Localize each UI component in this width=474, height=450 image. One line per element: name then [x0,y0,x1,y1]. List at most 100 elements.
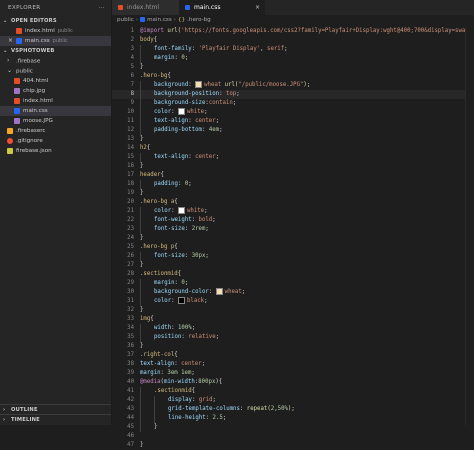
line-number: 3 [130,46,134,52]
code-token: font-size [154,226,185,232]
indent-guide [140,423,141,432]
breadcrumb-file[interactable]: main.css [147,17,172,23]
line-number: 2 [130,37,134,43]
code-text: } [140,234,143,243]
code-text: } [140,135,143,144]
tree-item[interactable]: index.html [0,96,111,106]
code-token: 'https://fonts.googleapis.com/css2?famil… [181,28,473,34]
code-text: @import url('https://fonts.googleapis.co… [140,27,474,36]
tree-item[interactable]: › .firebase [0,56,111,66]
code-token: url( [167,28,182,34]
code-token: ; [204,208,208,214]
code-text: text-align: center; [140,360,205,369]
open-editor-item[interactable]: index.html public [0,26,111,36]
project-header[interactable]: ⌄ VSPHOTOWEB [0,46,111,56]
code-token: ; [284,46,288,52]
code-token: ; [291,406,295,412]
code-token: : [201,127,209,133]
code-token: padding [154,181,178,187]
code-text: h2{ [140,144,150,153]
code-line: 35 position: relative; [112,333,474,342]
open-editor-item[interactable]: × main.css public [0,36,111,46]
color-swatch[interactable] [177,108,185,115]
tree-item[interactable]: .firebaserc [0,126,111,136]
breadcrumb-symbol[interactable]: .hero-bg [187,17,211,23]
code-text: background-position: top; [154,90,240,99]
code-token: ; [188,181,192,187]
breadcrumb-folder[interactable]: public [117,17,134,23]
code-token: serif [267,46,285,52]
line-number: 24 [127,235,134,241]
tree-item-label: index.html [23,98,53,104]
code-token: black [186,298,205,304]
code-token: relative [188,334,216,340]
tree-item[interactable]: 404.html [0,76,111,86]
code-token: ; [215,118,220,124]
color-swatch[interactable] [195,81,203,88]
close-icon[interactable]: × [8,36,16,46]
tree-item[interactable]: firebase.json [0,146,111,156]
code-token: 50% [277,406,288,412]
editor-tab-bar: index.html main.css × [112,0,474,15]
code-text: } [140,189,143,198]
code-text: } [140,441,143,450]
tab-main-css[interactable]: main.css × [179,0,265,15]
code-token: : [171,325,178,331]
editor-scrollbar[interactable] [465,27,474,425]
code-line: 19} [112,189,474,198]
code-editor[interactable]: 1 @import url('https://fonts.googleapis.c… [112,27,474,448]
code-token: { [160,172,164,178]
indent-guide [140,180,141,189]
ellipsis-icon[interactable]: ··· [98,0,105,16]
tab-index-html[interactable]: index.html [112,0,184,15]
code-token: margin [154,280,175,286]
code-token: .hero-bg a [140,199,175,205]
code-token: repeat( [246,406,271,412]
tree-item[interactable]: chip.jpg [0,86,111,96]
code-token: .sectionmid [154,388,192,394]
color-swatch[interactable] [177,207,185,214]
line-number: 33 [127,316,134,322]
code-line: 29 margin: 0; [112,279,474,288]
close-icon[interactable]: × [255,0,260,15]
tree-item[interactable]: ⌄ public [0,66,111,76]
css-file-icon [140,17,146,22]
code-token: } [140,343,144,349]
code-text: .right-col{ [140,351,178,360]
code-token: .right-col [140,352,175,358]
code-token: padding-bottom [154,127,202,133]
tree-item[interactable]: .gitignore [0,136,111,146]
code-token: : [239,406,247,412]
code-token: 100% [177,325,192,331]
indent-guide [154,396,155,405]
code-token: : [191,397,199,403]
color-swatch[interactable] [215,288,223,295]
code-token: } [140,442,144,448]
code-line: 14 h2{ [112,144,474,153]
tree-item-label: .firebaserc [16,128,46,134]
code-line: 40 @media(min-width:800px){ [112,378,474,387]
tree-item[interactable]: moose.JPG [0,116,111,126]
tree-item[interactable]: main.css [0,106,111,116]
timeline-section[interactable]: › TIMELINE [0,414,111,425]
indent-guide [140,414,141,423]
code-text: body{ [140,36,157,45]
color-swatch[interactable] [177,297,185,304]
open-editors-header[interactable]: ⌄ OPEN EDITORS [0,16,111,26]
code-token: : [219,91,226,97]
code-text: header{ [140,171,164,180]
html-file-icon [14,77,20,84]
code-line: 2 body{ [112,36,474,45]
code-token: ; [201,361,206,367]
code-token: img [140,316,151,322]
indent-guide [140,396,141,405]
code-token: text-align [154,154,189,160]
code-token: { [174,199,178,205]
code-token: ; [212,397,216,403]
code-line: 18 padding: 0; [112,180,474,189]
code-token: ){ [215,379,223,385]
project-label: VSPHOTOWEB [11,48,55,54]
indent-guide [140,90,141,99]
code-token: ; [222,415,227,421]
code-token: 800px [198,379,216,385]
